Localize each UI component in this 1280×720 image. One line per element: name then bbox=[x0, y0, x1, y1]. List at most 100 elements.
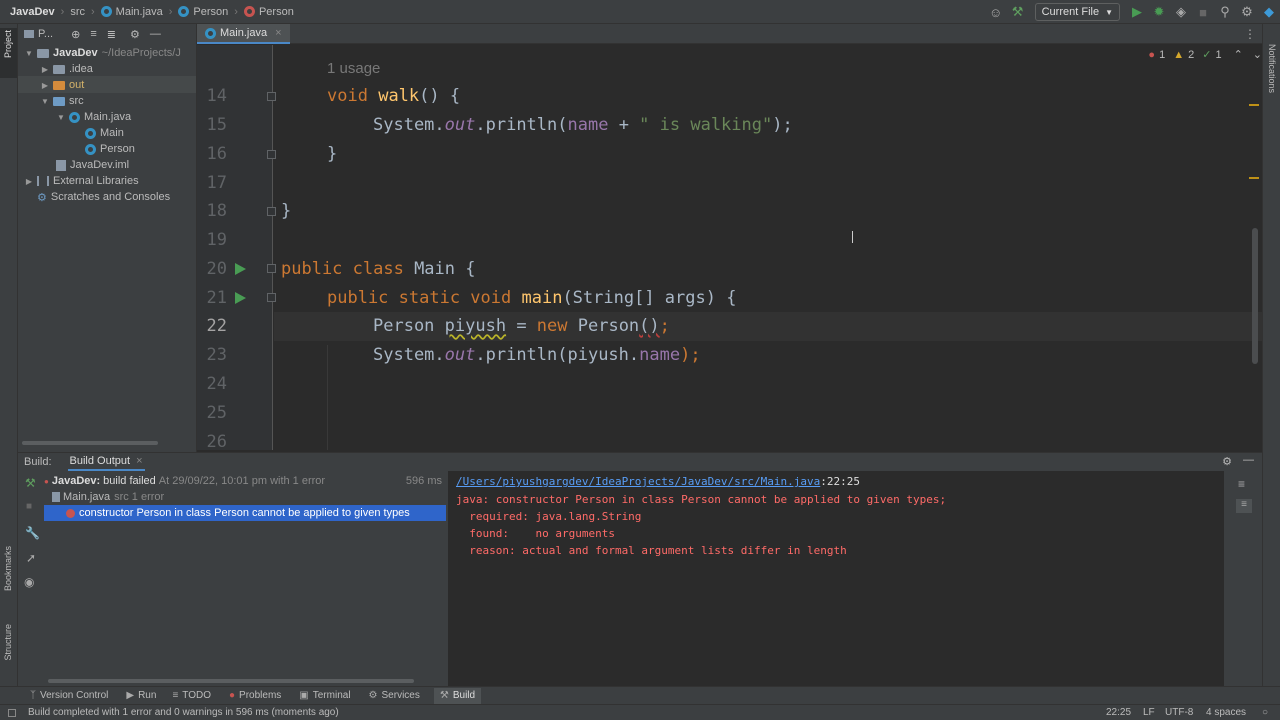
build-file-row[interactable]: Main.java src 1 error bbox=[52, 489, 164, 505]
tree-item-main-java[interactable]: ▼ Main.java bbox=[56, 109, 131, 125]
tool-todo[interactable]: ≡ TODO bbox=[172, 690, 211, 701]
toolbox-icon[interactable]: ◆ bbox=[1258, 1, 1280, 23]
tree-item-src[interactable]: ▼ src bbox=[40, 93, 84, 109]
tool-build[interactable]: ⚒ Build bbox=[433, 687, 482, 704]
keyword: public class bbox=[281, 259, 404, 279]
inspection-widget[interactable]: ● 1 ▲ 2 ✓ 1 ⌃ ⌄ bbox=[1148, 48, 1262, 62]
hide-icon[interactable]: — bbox=[1243, 454, 1254, 466]
breadcrumb-project[interactable]: JavaDev bbox=[0, 6, 59, 18]
vertical-scrollbar[interactable] bbox=[1252, 228, 1258, 364]
warning-count: 2 bbox=[1188, 48, 1195, 61]
build-root-row[interactable]: ● JavaDev: build failed At 29/09/22, 10:… bbox=[44, 473, 444, 489]
debug-icon[interactable]: ✹ bbox=[1148, 1, 1170, 23]
fold-icon[interactable] bbox=[267, 150, 276, 159]
pin-icon[interactable]: ➚ bbox=[26, 551, 36, 565]
collapse-all-icon[interactable]: ≣ bbox=[107, 28, 116, 41]
tree-item-iml[interactable]: JavaDev.iml bbox=[56, 157, 129, 173]
tool-services[interactable]: ⚙ Services bbox=[369, 690, 420, 701]
locate-icon[interactable]: ⊕ bbox=[71, 28, 80, 41]
run-icon[interactable]: ▶ bbox=[1126, 1, 1148, 23]
build-output-console[interactable]: /Users/piyushgargdev/IdeaProjects/JavaDe… bbox=[448, 471, 1224, 687]
breadcrumb-file[interactable]: Main.java bbox=[97, 6, 167, 18]
warning-marker[interactable] bbox=[1249, 104, 1259, 106]
soft-wrap-icon[interactable]: ≡ bbox=[1238, 477, 1245, 491]
tree-item-scratches[interactable]: ⚙ Scratches and Consoles bbox=[37, 189, 170, 205]
line-number: 26 bbox=[206, 432, 227, 450]
code-line-23: System.out.println(piyush.name); bbox=[373, 341, 701, 370]
editor-tab-main-java[interactable]: Main.java × bbox=[197, 24, 290, 44]
file-encoding[interactable]: UTF-8 bbox=[1165, 707, 1193, 718]
run-config-select[interactable]: Current File ▼ bbox=[1034, 3, 1120, 21]
horizontal-scrollbar[interactable] bbox=[22, 441, 158, 445]
gear-icon[interactable]: ⚙ bbox=[1236, 1, 1258, 23]
terminal-icon: ▣ bbox=[299, 690, 309, 701]
fold-icon[interactable] bbox=[267, 293, 276, 302]
fold-icon[interactable] bbox=[267, 264, 276, 273]
close-icon[interactable]: × bbox=[136, 455, 142, 467]
notifications-tool-label[interactable]: Notifications bbox=[1267, 44, 1277, 93]
square-icon[interactable] bbox=[8, 708, 16, 717]
bookmarks-tool-label[interactable]: Bookmarks bbox=[3, 546, 13, 591]
more-tabs-icon[interactable]: ⋮ bbox=[1244, 27, 1256, 41]
chevron-up-icon[interactable]: ⌃ bbox=[1234, 48, 1243, 61]
scroll-to-end-icon[interactable]: ≡ bbox=[1236, 499, 1252, 513]
tree-item-out[interactable]: ▶ out bbox=[40, 77, 84, 93]
build-error-row[interactable]: constructor Person in class Person canno… bbox=[44, 505, 446, 521]
file-icon bbox=[56, 159, 66, 171]
run-gutter-icon[interactable] bbox=[235, 292, 246, 304]
breadcrumb-method[interactable]: Person bbox=[240, 6, 298, 18]
project-tool-label[interactable]: Project bbox=[3, 30, 13, 58]
tool-version-control[interactable]: ᛉ Version Control bbox=[30, 690, 108, 701]
usage-hint[interactable]: 1 usage bbox=[327, 54, 380, 83]
tab-build-output[interactable]: Build Output × bbox=[67, 453, 145, 471]
tool-terminal[interactable]: ▣ Terminal bbox=[299, 690, 350, 701]
line-separator[interactable]: LF bbox=[1143, 707, 1155, 718]
code-line-20: public class Main { bbox=[281, 255, 475, 284]
close-icon[interactable]: × bbox=[275, 27, 281, 39]
error-highlight[interactable]: () bbox=[639, 316, 659, 336]
tree-item-person[interactable]: Person bbox=[85, 141, 135, 157]
breadcrumb-class[interactable]: Person bbox=[174, 6, 232, 18]
keyword: void bbox=[327, 86, 368, 106]
tool-label: Terminal bbox=[312, 690, 351, 701]
tree-item-javadev[interactable]: ▼ JavaDev ~/IdeaProjects/J bbox=[24, 45, 181, 61]
indent-setting[interactable]: 4 spaces bbox=[1206, 707, 1246, 718]
expand-all-icon[interactable]: ≡ bbox=[90, 28, 96, 40]
tree-item-external-libraries[interactable]: ▶ External Libraries bbox=[24, 173, 139, 189]
project-panel-title[interactable]: P... bbox=[38, 28, 53, 40]
tool-run[interactable]: ▶ Run bbox=[126, 690, 156, 701]
run-gutter-icon[interactable] bbox=[235, 263, 246, 275]
fold-icon[interactable] bbox=[267, 207, 276, 216]
breadcrumb-src[interactable]: src bbox=[66, 6, 89, 18]
status-bar: Build completed with 1 error and 0 warni… bbox=[0, 704, 1280, 720]
tree-item-main[interactable]: Main bbox=[85, 125, 124, 141]
tool-problems[interactable]: ● Problems bbox=[229, 690, 281, 701]
file-link[interactable]: /Users/piyushgargdev/IdeaProjects/JavaDe… bbox=[456, 475, 820, 488]
build-hammer-icon[interactable]: ⚒ bbox=[1007, 1, 1029, 23]
code-editor[interactable]: 14 15 16 17 18 19 20 21 22 23 24 25 26 1… bbox=[197, 45, 1262, 450]
search-icon[interactable]: ⚲ bbox=[1214, 1, 1236, 23]
horizontal-scrollbar[interactable] bbox=[48, 679, 414, 683]
gear-icon[interactable]: ⚙ bbox=[130, 28, 140, 41]
lock-icon[interactable]: ○ bbox=[1262, 707, 1268, 718]
build-hammer-icon[interactable]: ⚒ bbox=[25, 476, 36, 490]
stop-icon[interactable]: ■ bbox=[26, 501, 32, 512]
error-icon bbox=[66, 508, 75, 518]
caret-position[interactable]: 22:25 bbox=[1106, 707, 1131, 718]
warning-marker[interactable] bbox=[1249, 177, 1259, 179]
coverage-icon[interactable]: ◈ bbox=[1170, 1, 1192, 23]
file-icon bbox=[52, 492, 60, 502]
stop-icon[interactable]: ■ bbox=[1192, 1, 1214, 23]
code-line-16: } bbox=[327, 140, 337, 169]
status-message[interactable]: Build completed with 1 error and 0 warni… bbox=[28, 707, 339, 718]
fold-icon[interactable] bbox=[267, 92, 276, 101]
structure-tool-label[interactable]: Structure bbox=[3, 624, 13, 661]
tree-item-label: JavaDev.iml bbox=[70, 159, 130, 171]
wrench-icon[interactable]: 🔧 bbox=[25, 526, 40, 540]
user-icon[interactable]: ☺ bbox=[985, 1, 1007, 23]
eye-icon[interactable]: ◉ bbox=[24, 575, 34, 589]
chevron-down-icon[interactable]: ⌄ bbox=[1253, 48, 1262, 61]
gear-icon[interactable]: ⚙ bbox=[1222, 455, 1232, 468]
hide-icon[interactable]: — bbox=[150, 28, 161, 40]
tree-item-idea[interactable]: ▶ .idea bbox=[40, 61, 93, 77]
